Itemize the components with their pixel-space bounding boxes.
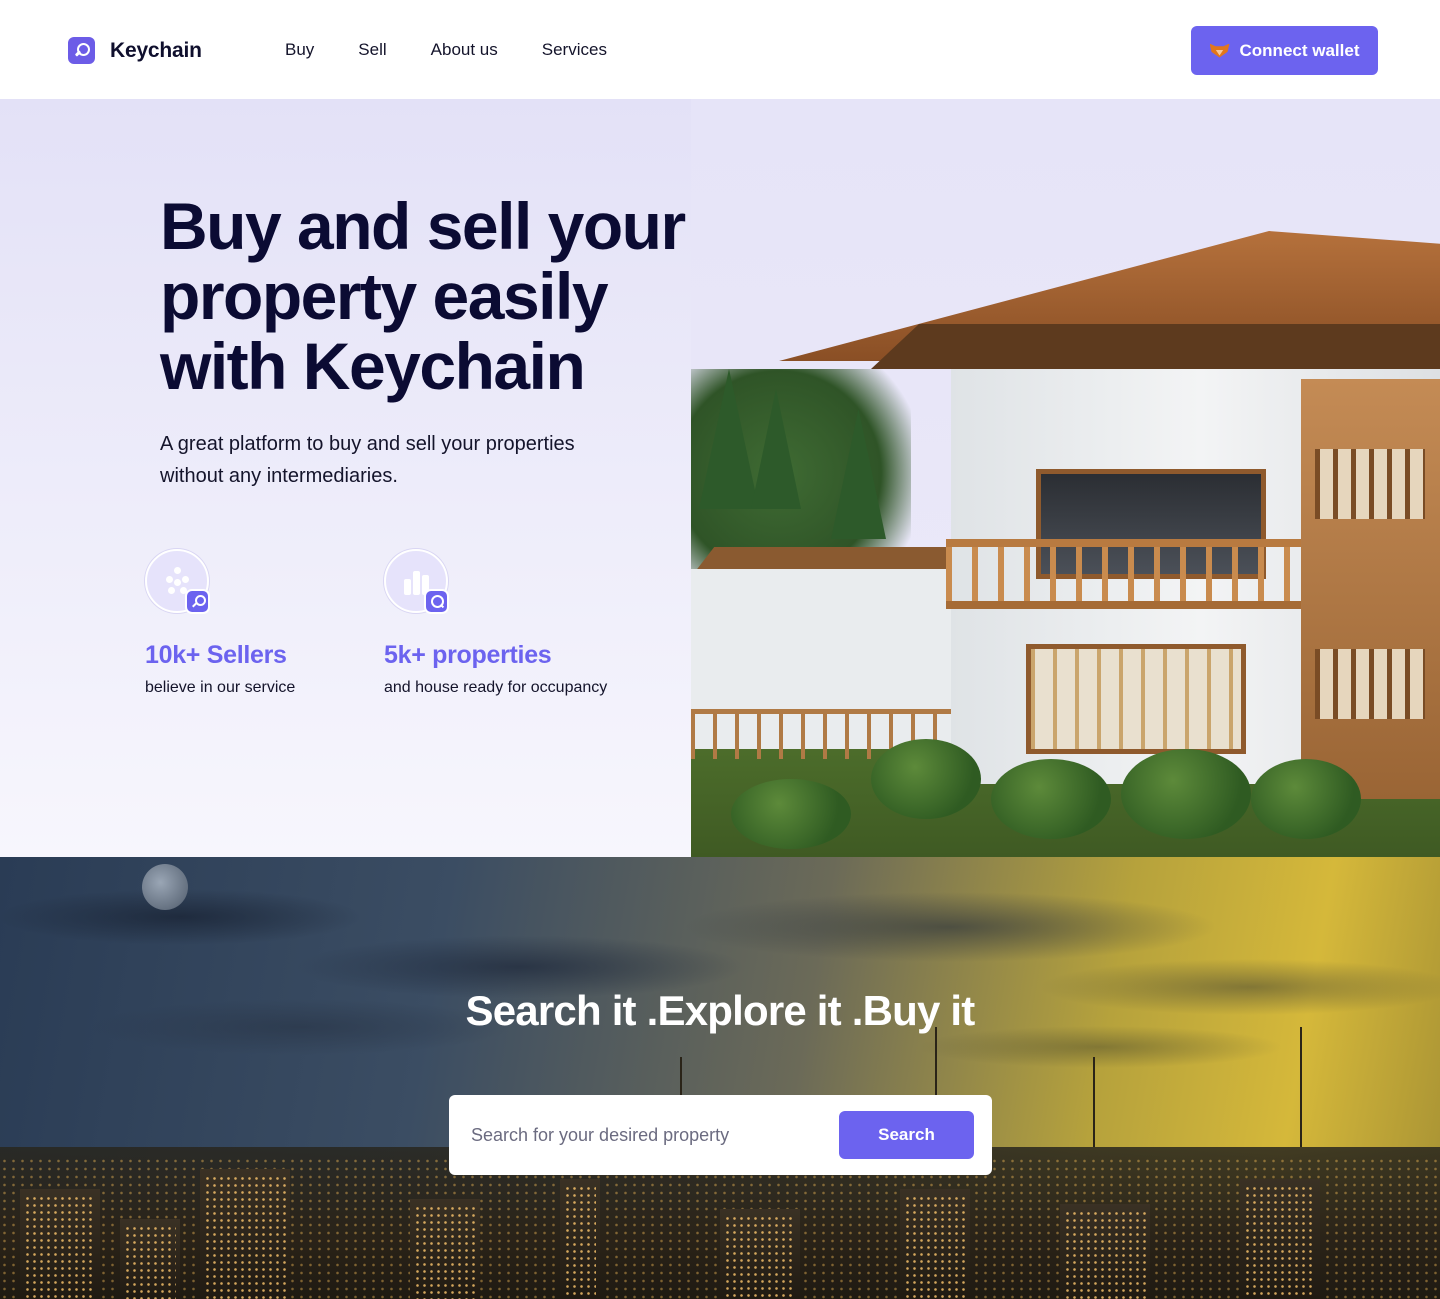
nav-link-services[interactable]: Services [542, 40, 607, 60]
brand-name: Keychain [110, 38, 202, 62]
metamask-fox-icon [1210, 42, 1230, 60]
stat-properties-label: and house ready for occupancy [384, 679, 608, 696]
key-logo-icon [68, 37, 95, 64]
sellers-icon [145, 549, 210, 614]
search-button[interactable]: Search [839, 1111, 974, 1159]
stat-properties-value: 5k+ properties [384, 641, 552, 669]
search-title: Search it .Explore it .Buy it [465, 987, 976, 1034]
nav-link-buy[interactable]: Buy [285, 40, 314, 60]
nav-link-sell[interactable]: Sell [358, 40, 386, 60]
stat-sellers-value: 10k+ Sellers [145, 641, 287, 669]
search-section: Search it .Explore it .Buy it Search [0, 857, 1440, 1299]
top-navigation: Keychain Buy Sell About us Services Conn… [0, 0, 1440, 99]
search-icon [424, 589, 449, 614]
stat-properties: 5k+ properties and house ready for occup… [384, 549, 607, 697]
hero-title: Buy and sell your property easily with K… [160, 189, 686, 403]
stat-sellers-label: believe in our service [145, 679, 296, 696]
property-search-input[interactable] [471, 1117, 831, 1153]
connect-wallet-label: Connect wallet [1239, 40, 1360, 60]
stat-sellers: 10k+ Sellers believe in our service [145, 549, 295, 697]
connect-wallet-button[interactable]: Connect wallet [1191, 26, 1378, 75]
search-bar: Search [449, 1095, 992, 1175]
moon-image [142, 864, 188, 910]
key-icon [185, 589, 210, 614]
hero-subtitle: A great platform to buy and sell your pr… [160, 433, 575, 487]
main-menu: Buy Sell About us Services [285, 40, 607, 60]
buildings-icon [384, 549, 449, 614]
brand-logo[interactable]: Keychain [68, 37, 202, 64]
nav-link-about-us[interactable]: About us [431, 40, 498, 60]
house-image [691, 99, 1440, 857]
